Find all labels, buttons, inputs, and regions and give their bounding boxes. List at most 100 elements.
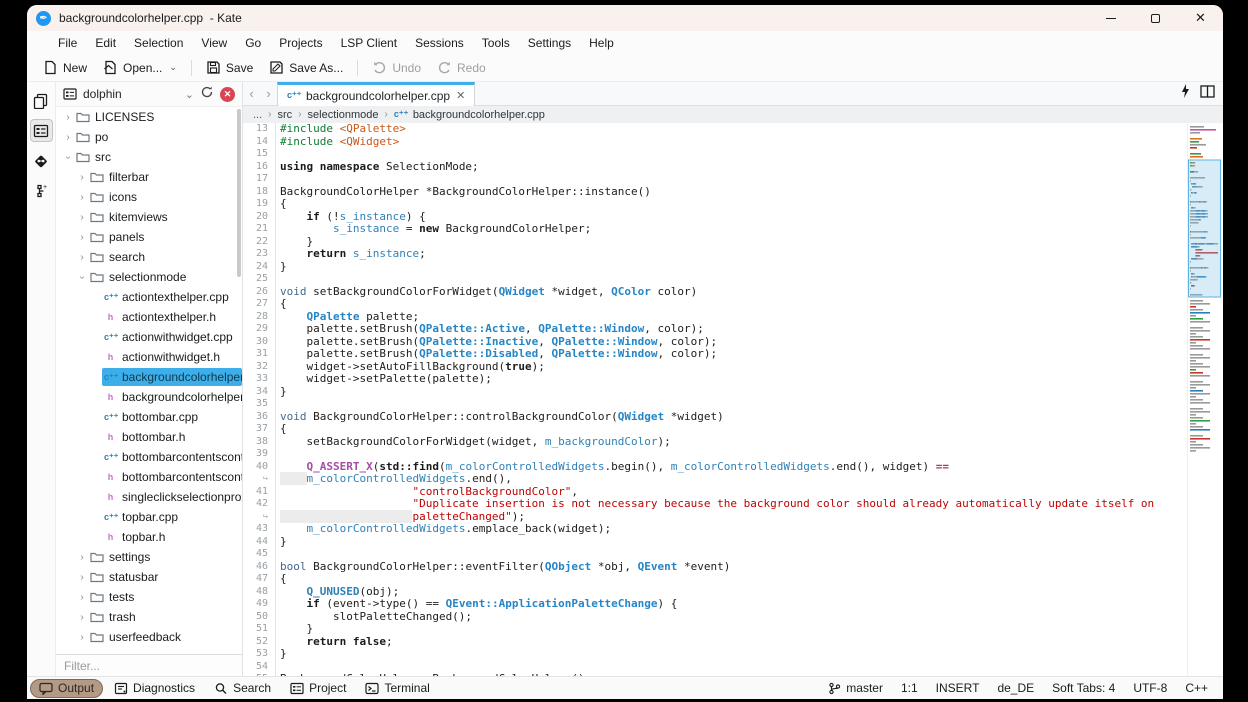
tree-item-backgroundcolorhelper-c-[interactable]: c⁺⁺backgroundcolorhelper.c...	[56, 367, 242, 387]
menu-settings[interactable]: Settings	[519, 36, 580, 50]
tree-item-bottombar-h[interactable]: h bottombar.h	[56, 427, 242, 447]
code-line[interactable]: 14 #include <QWidget>	[243, 135, 1183, 148]
menu-tools[interactable]: Tools	[473, 36, 519, 50]
project-filter-input[interactable]: Filter...	[56, 654, 242, 676]
collapse-chevron-icon[interactable]: ›	[77, 271, 88, 283]
code-line[interactable]: 23 return s_instance;	[243, 247, 1183, 261]
tree-item-actiontexthelper-cpp[interactable]: c⁺⁺ actiontexthelper.cpp	[56, 287, 242, 307]
redo-button[interactable]: Redo	[429, 57, 494, 78]
code-line[interactable]: 16 using namespace SelectionMode;	[243, 160, 1183, 173]
tree-item-topbar-cpp[interactable]: c⁺⁺ topbar.cpp	[56, 507, 242, 527]
tree-item-bottombar-cpp[interactable]: c⁺⁺ bottombar.cpp	[56, 407, 242, 427]
tree-item-filterbar[interactable]: › filterbar	[56, 167, 242, 187]
collapse-chevron-icon[interactable]: ›	[63, 151, 74, 163]
expand-chevron-icon[interactable]: ›	[76, 552, 88, 563]
breadcrumb-item-selectionmode[interactable]: selectionmode	[308, 109, 379, 121]
menu-sessions[interactable]: Sessions	[406, 36, 473, 50]
tree-item-actiontexthelper-h[interactable]: h actiontexthelper.h	[56, 307, 242, 327]
status-master[interactable]: master	[819, 681, 892, 695]
history-forward-button[interactable]: ›	[260, 82, 277, 105]
tree-item-backgroundcolorhelper-h[interactable]: h backgroundcolorhelper.h	[56, 387, 242, 407]
code-line[interactable]: 53}	[243, 647, 1183, 661]
code-line[interactable]: 26 void setBackgroundColorForWidget(QWidg…	[243, 285, 1183, 298]
open-button[interactable]: Open... ⌄	[95, 57, 185, 78]
tree-item-tests[interactable]: › tests	[56, 587, 242, 607]
code-line[interactable]: 36 void BackgroundColorHelper::controlBac…	[243, 410, 1183, 423]
expand-chevron-icon[interactable]: ›	[62, 132, 74, 143]
status-soft-tabs-4[interactable]: Soft Tabs: 4	[1043, 681, 1124, 695]
breadcrumb-item-backgroundcolorhelper-cpp[interactable]: backgroundcolorhelper.cpp	[413, 109, 545, 121]
expand-chevron-icon[interactable]: ›	[76, 632, 88, 643]
close-button[interactable]: ✕	[1178, 5, 1223, 31]
menu-edit[interactable]: Edit	[86, 36, 125, 50]
menu-help[interactable]: Help	[580, 36, 623, 50]
tree-item-licenses[interactable]: › LICENSES	[56, 107, 242, 127]
code-line[interactable]: 55BackgroundColorHelper::BackgroundColor…	[243, 672, 1183, 676]
output-panel-button[interactable]: Output	[30, 678, 104, 698]
menu-view[interactable]: View	[192, 36, 236, 50]
code-line[interactable]: 18 BackgroundColorHelper *BackgroundColor…	[243, 185, 1183, 198]
status-insert[interactable]: INSERT	[927, 681, 989, 695]
project-name[interactable]: dolphin	[83, 87, 177, 101]
terminal-panel-button[interactable]: Terminal	[357, 679, 437, 698]
expand-chevron-icon[interactable]: ›	[76, 592, 88, 603]
new-button[interactable]: New	[35, 57, 95, 78]
tree-item-statusbar[interactable]: › statusbar	[56, 567, 242, 587]
code-line[interactable]: 44}	[243, 535, 1183, 548]
project-close-button[interactable]: ✕	[220, 86, 235, 102]
symbols-toolview-button[interactable]: +	[30, 179, 53, 202]
tree-item-po[interactable]: › po	[56, 127, 242, 147]
breadcrumb-item-src[interactable]: src	[278, 109, 293, 121]
diagnostics-panel-button[interactable]: Diagnostics	[106, 679, 203, 698]
tab-close-icon[interactable]: ✕	[456, 89, 465, 102]
breadcrumb-item-root[interactable]: ...	[253, 109, 262, 121]
editor[interactable]: 13 #include <QPalette> 14 #include <QWidget…	[243, 123, 1223, 676]
code-line[interactable]: 50 slotPaletteChanged();	[243, 610, 1183, 623]
minimize-button[interactable]	[1088, 5, 1133, 31]
tree-item-panels[interactable]: › panels	[56, 227, 242, 247]
tree-item-trash[interactable]: › trash	[56, 607, 242, 627]
tree-item-bottombarcontentscont-[interactable]: c⁺⁺ bottombarcontentscont...	[56, 447, 242, 467]
history-back-button[interactable]: ‹	[243, 82, 260, 105]
tree-item-actionwithwidget-cpp[interactable]: c⁺⁺ actionwithwidget.cpp	[56, 327, 242, 347]
menu-go[interactable]: Go	[236, 36, 270, 50]
tree-item-search[interactable]: › search	[56, 247, 242, 267]
maximize-button[interactable]	[1133, 5, 1178, 31]
menu-projects[interactable]: Projects	[270, 36, 331, 50]
undo-button[interactable]: Undo	[364, 57, 429, 78]
expand-chevron-icon[interactable]: ›	[76, 192, 88, 203]
code-line[interactable]: 52 return false;	[243, 635, 1183, 648]
project-panel-button[interactable]: Project	[282, 679, 354, 698]
code-line[interactable]: 46 bool BackgroundColorHelper::eventFilte…	[243, 560, 1183, 573]
expand-chevron-icon[interactable]: ›	[76, 612, 88, 623]
tree-item-bottombarcontentscont-[interactable]: h bottombarcontentscont...	[56, 467, 242, 487]
git-toolview-button[interactable]	[30, 149, 53, 172]
status-utf-8[interactable]: UTF-8	[1124, 681, 1176, 695]
quick-open-button[interactable]	[1181, 84, 1190, 103]
menu-file[interactable]: File	[49, 36, 86, 50]
status-de-de[interactable]: de_DE	[988, 681, 1043, 695]
project-dropdown-chevron-icon[interactable]: ⌄	[185, 88, 194, 101]
code-line[interactable]: 34}	[243, 385, 1183, 398]
code-line[interactable]: 42 "Duplicate insertion is not necessary…	[243, 497, 1183, 511]
expand-chevron-icon[interactable]: ›	[76, 172, 88, 183]
expand-chevron-icon[interactable]: ›	[76, 252, 88, 263]
split-view-button[interactable]	[1200, 84, 1215, 103]
expand-chevron-icon[interactable]: ›	[62, 112, 74, 123]
tree-item-kitemviews[interactable]: › kitemviews	[56, 207, 242, 227]
save-as-button[interactable]: Save As...	[261, 57, 351, 78]
minimap-scrollbar[interactable]	[1187, 123, 1221, 676]
projects-toolview-button[interactable]	[29, 119, 53, 142]
tree-item-topbar-h[interactable]: h topbar.h	[56, 527, 242, 547]
tree-item-userfeedback[interactable]: › userfeedback	[56, 627, 242, 647]
tree-item-actionwithwidget-h[interactable]: h actionwithwidget.h	[56, 347, 242, 367]
code-line[interactable]: 38 setBackgroundColorForWidget(widget, m…	[243, 435, 1183, 448]
code-line[interactable]: 33 widget->setPalette(palette);	[243, 372, 1183, 386]
tree-item-settings[interactable]: › settings	[56, 547, 242, 567]
tree-item-src[interactable]: › src	[56, 147, 242, 167]
save-button[interactable]: Save	[198, 57, 261, 78]
tree-item-icons[interactable]: › icons	[56, 187, 242, 207]
code-line[interactable]: 43 m_colorControlledWidgets.emplace_back…	[243, 522, 1183, 536]
status-c-[interactable]: C++	[1176, 681, 1217, 695]
code-line[interactable]: 24}	[243, 260, 1183, 273]
